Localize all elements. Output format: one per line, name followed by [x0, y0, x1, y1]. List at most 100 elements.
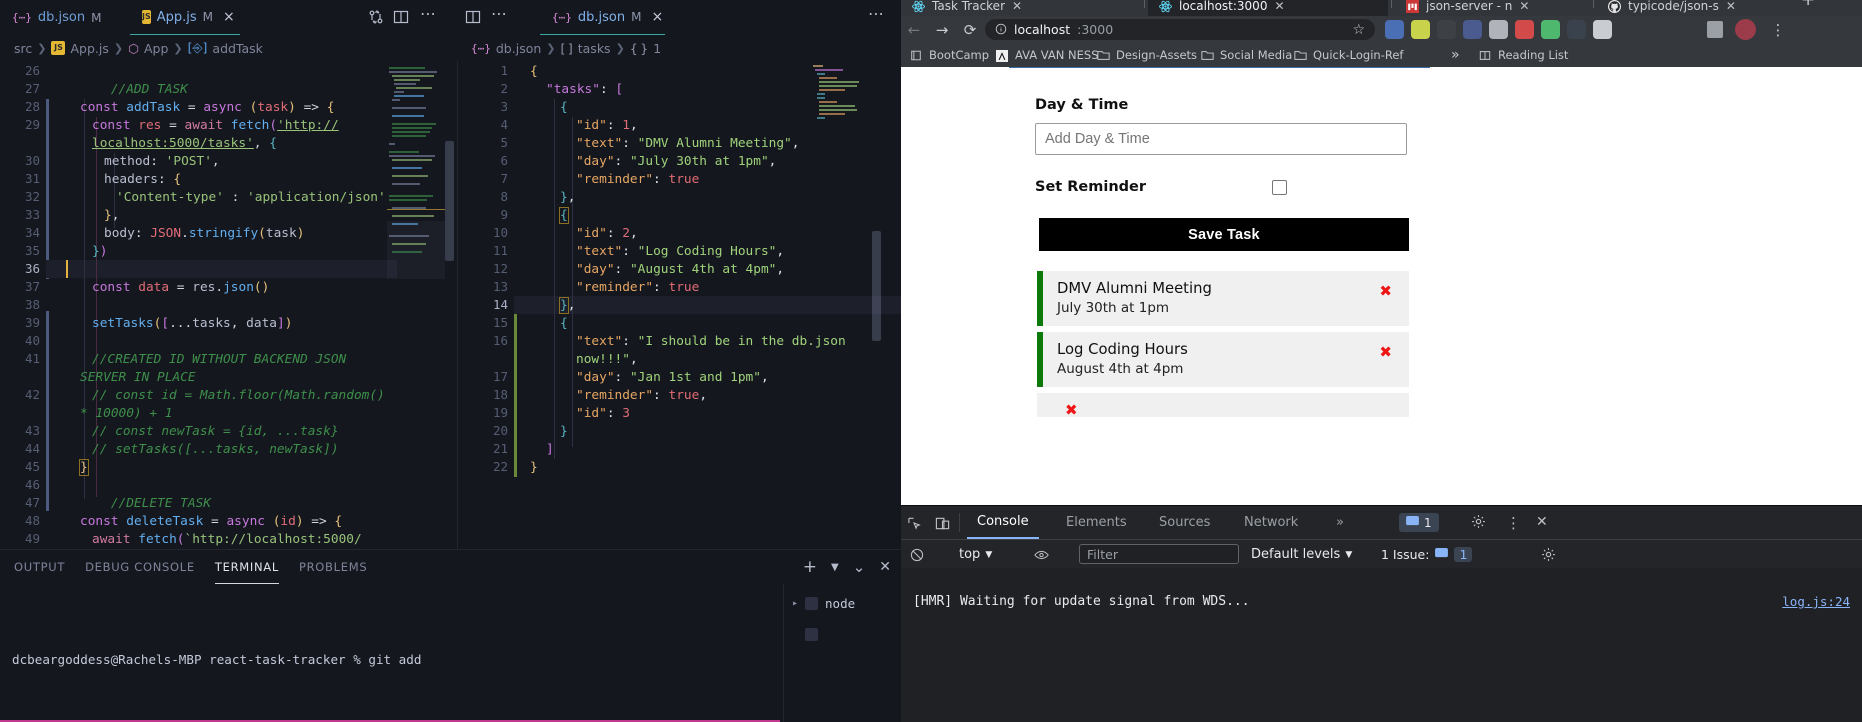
terminal-instance-node[interactable]: ▸ node	[792, 596, 855, 611]
save-task-button[interactable]: Save Task	[1039, 218, 1409, 251]
close-panel-icon[interactable]: ✕	[879, 559, 891, 575]
gear-icon[interactable]	[1471, 514, 1486, 529]
console-levels-selector[interactable]: Default levels ▼	[1251, 547, 1352, 562]
extension-icon-8[interactable]	[1567, 20, 1586, 39]
puzzle-extensions-icon[interactable]	[1457, 19, 1479, 41]
split-editor-icon[interactable]	[393, 9, 409, 29]
delete-task-icon[interactable]: ✖	[1065, 401, 1078, 419]
bookmark-design-assets[interactable]: Design-Assets	[1097, 46, 1197, 64]
code-editor-app-js[interactable]: 26 27 28 29 30 31 32 33 34 35 36 37 38 3…	[0, 61, 455, 549]
device-toolbar-icon[interactable]	[929, 514, 955, 532]
breadcrumb-file[interactable]: App.js	[70, 41, 108, 56]
browser-tab-task-tracker[interactable]: Task Tracker ✕	[901, 0, 1141, 16]
bookmarks-overflow-icon[interactable]: »	[1451, 46, 1460, 64]
panel-tab-output[interactable]: OUTPUT	[14, 550, 65, 584]
inspect-icon[interactable]	[901, 514, 927, 532]
eye-icon[interactable]	[1029, 545, 1053, 564]
breadcrumb-index[interactable]: 1	[653, 41, 661, 56]
bookmark-social-media[interactable]: Social Media	[1201, 46, 1292, 64]
close-icon[interactable]: ✕	[1274, 0, 1284, 13]
close-icon[interactable]: ×	[651, 9, 663, 25]
browser-tab-json-server[interactable]: json-server - n ✕	[1395, 0, 1590, 16]
bookmark-star-icon[interactable]: ☆	[1352, 22, 1365, 38]
close-icon[interactable]: ✕	[1012, 0, 1022, 13]
breadcrumb-tasks[interactable]: tasks	[578, 41, 611, 56]
task-item-empty[interactable]: ✖	[1037, 393, 1409, 419]
console-filter-input[interactable]: Filter	[1079, 544, 1239, 564]
extension-icon-9[interactable]	[1593, 20, 1612, 39]
reading-list-icon[interactable]	[1707, 21, 1723, 38]
console-messages-badge[interactable]: 1	[1399, 513, 1439, 532]
extension-icon-6[interactable]	[1515, 20, 1534, 39]
page-viewport[interactable]: Day & Time Set Reminder Save Task DMV Al…	[901, 67, 1862, 505]
console-output[interactable]: [HMR] Waiting for update signal from WDS…	[901, 568, 1862, 722]
devtools-tab-console[interactable]: Console	[967, 506, 1039, 539]
devtools-tab-sources[interactable]: Sources	[1149, 506, 1220, 539]
editor-tab-db-json-right[interactable]: {⋯} db.json M ×	[540, 0, 665, 35]
extension-icon-5[interactable]	[1489, 20, 1508, 39]
console-context-selector[interactable]: top ▼	[959, 547, 992, 562]
kebab-icon[interactable]: ⋮	[1506, 514, 1521, 532]
browser-tab-localhost-3000[interactable]: localhost:3000 ✕	[1148, 0, 1388, 16]
new-terminal-icon[interactable]: +	[803, 557, 817, 577]
devtools-tab-elements[interactable]: Elements	[1056, 506, 1137, 539]
new-tab-button[interactable]: +	[1801, 0, 1815, 10]
breadcrumb-file-right[interactable]: db.json	[496, 41, 541, 56]
editor-tab-db-json[interactable]: {⋯} db.json M	[0, 0, 130, 35]
browser-tab-typicode-json-server[interactable]: typicode/json-s ✕	[1597, 0, 1787, 16]
delete-task-icon[interactable]: ✖	[1379, 282, 1392, 300]
kebab-icon[interactable]: ⋮	[1767, 19, 1789, 41]
breadcrumb-symbol-app[interactable]: App	[144, 41, 168, 56]
editor-actions-kebab-icon-far[interactable]: ⋯	[868, 6, 884, 22]
terminal-instance-secondary[interactable]	[792, 628, 818, 641]
close-icon[interactable]: ✕	[1536, 514, 1548, 530]
info-icon[interactable]	[995, 20, 1007, 39]
reading-list-button[interactable]: Reading List	[1479, 46, 1568, 64]
breadcrumb-left[interactable]: src ❯ JS App.js ❯ ⬡ App ❯ [⎆] addTask	[0, 35, 263, 61]
address-bar[interactable]: localhost :3000 ☆	[985, 19, 1375, 40]
extension-icon-7[interactable]	[1541, 20, 1560, 39]
back-button[interactable]: ←	[903, 19, 925, 41]
avatar[interactable]	[1735, 19, 1756, 40]
close-icon[interactable]: ×	[223, 9, 235, 25]
devtools-tab-network[interactable]: Network	[1234, 506, 1308, 539]
minimap-left[interactable]	[387, 61, 445, 549]
editor-scrollbar-left[interactable]	[445, 141, 454, 261]
breadcrumb-src[interactable]: src	[14, 41, 32, 56]
compare-changes-icon[interactable]	[368, 9, 384, 29]
split-editor-icon-right[interactable]	[465, 9, 481, 29]
day-time-input[interactable]	[1035, 123, 1407, 155]
panel-tab-debug-console[interactable]: DEBUG CONSOLE	[85, 550, 195, 584]
editor-actions-kebab-icon-right[interactable]: ⋯	[491, 6, 507, 22]
close-icon[interactable]: ✕	[1519, 0, 1529, 13]
bookmark-bootcamp[interactable]: BootCamp	[910, 46, 989, 64]
terminal-dropdown-icon[interactable]: ▼	[831, 562, 839, 573]
maximize-panel-icon[interactable]: ⌄	[853, 558, 866, 576]
bookmark-ava-van-ness[interactable]: AVA VAN NESS	[996, 46, 1099, 64]
console-settings-gear-icon[interactable]	[1541, 547, 1556, 566]
editor-actions-kebab-icon[interactable]: ⋯	[420, 6, 436, 22]
editor-scrollbar-right[interactable]	[872, 231, 881, 341]
panel-tab-problems[interactable]: PROBLEMS	[299, 550, 367, 584]
task-item[interactable]: DMV Alumni Meeting July 30th at 1pm ✖	[1037, 271, 1409, 326]
console-message-source[interactable]: log.js:24	[1782, 594, 1850, 609]
reminder-checkbox[interactable]	[1272, 179, 1287, 195]
extension-icon-1[interactable]	[1385, 20, 1404, 39]
devtools-tabs-overflow[interactable]: »	[1326, 506, 1354, 539]
clear-console-icon[interactable]	[905, 545, 929, 564]
bookmark-quick-login-ref[interactable]: Quick-Login-Ref	[1294, 46, 1403, 64]
close-icon[interactable]: ✕	[1726, 0, 1736, 13]
code-editor-db-json[interactable]: 1 2 3 4 5 6 7 8 9 10 11 12 13 14 15 16 1…	[457, 61, 901, 549]
terminal-body[interactable]: dcbeargoddess@Rachels-MBP react-task-tra…	[0, 584, 901, 722]
editor-tab-app-js[interactable]: JS App.js M ×	[130, 0, 240, 35]
extension-icon-3[interactable]	[1437, 20, 1456, 39]
panel-tab-terminal[interactable]: TERMINAL	[214, 550, 279, 584]
issues-indicator[interactable]: 1 Issue: 1	[1381, 547, 1473, 562]
forward-button[interactable]: →	[931, 19, 953, 41]
breadcrumb-right[interactable]: {⋯} db.json ❯ [ ] tasks ❯ { } 1	[457, 35, 661, 61]
breadcrumb-symbol-addtask[interactable]: addTask	[212, 41, 263, 56]
reload-button[interactable]: ⟳	[959, 19, 981, 41]
extension-icon-2[interactable]	[1411, 20, 1430, 39]
delete-task-icon[interactable]: ✖	[1379, 343, 1392, 361]
task-item[interactable]: Log Coding Hours August 4th at 4pm ✖	[1037, 332, 1409, 387]
